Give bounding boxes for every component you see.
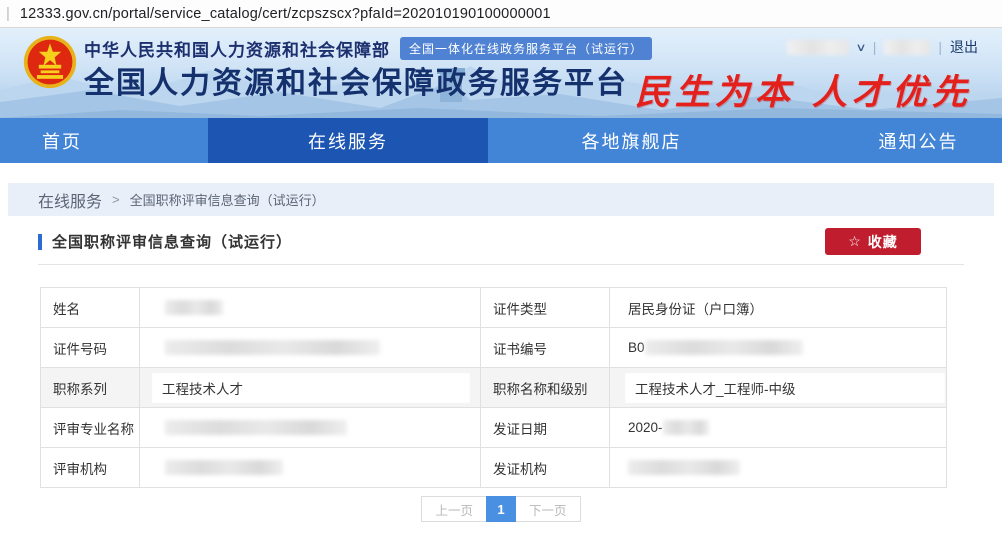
user-bar: ∨ | | 退出: [787, 37, 978, 57]
nav-tab-online-services[interactable]: 在线服务: [208, 118, 488, 163]
address-bar-divider: |: [6, 5, 10, 22]
field-value-cert-number: B0: [610, 328, 947, 368]
breadcrumb: 在线服务 > 全国职称评审信息查询（试运行）: [8, 183, 994, 216]
field-label: 评审机构: [41, 448, 140, 488]
table-row: 姓名 证件类型 居民身份证（户口簿）: [41, 288, 947, 328]
current-page-indicator[interactable]: 1: [486, 496, 516, 522]
site-banner: 中华人民共和国人力资源和社会保障部 全国一体化在线政务服务平台（试运行） 全国人…: [0, 28, 1002, 118]
title-series-input[interactable]: [152, 373, 470, 403]
field-value-title-series: [140, 368, 481, 408]
field-label: 职称系列: [41, 368, 140, 408]
redacted-value: [165, 300, 223, 315]
user-name-redacted[interactable]: [787, 40, 849, 55]
pagination: 上一页 1 下一页: [0, 496, 1002, 522]
certificate-info-table: 姓名 证件类型 居民身份证（户口簿） 证件号码 证书编号 B0 职称系列 职称名…: [40, 287, 947, 488]
redacted-value: [645, 340, 803, 355]
value-prefix: 2020-: [628, 420, 663, 435]
star-outline-icon: ☆: [848, 233, 862, 250]
redacted-value: [165, 460, 283, 475]
logout-link[interactable]: 退出: [950, 37, 978, 57]
next-page-button[interactable]: 下一页: [516, 496, 581, 522]
breadcrumb-root[interactable]: 在线服务: [38, 188, 102, 212]
favorite-button[interactable]: ☆ 收藏: [825, 228, 921, 255]
field-label: 姓名: [41, 288, 140, 328]
national-emblem-icon: [22, 34, 78, 90]
table-row: 证件号码 证书编号 B0: [41, 328, 947, 368]
field-label: 证件类型: [481, 288, 610, 328]
url-text[interactable]: 12333.gov.cn/portal/service_catalog/cert…: [20, 6, 551, 22]
field-label: 职称名称和级别: [481, 368, 610, 408]
redacted-value: [165, 420, 347, 435]
title-accent-bar: [38, 234, 42, 250]
divider: [38, 264, 964, 265]
prev-page-button[interactable]: 上一页: [421, 496, 486, 522]
table-row: 职称系列 职称名称和级别: [41, 368, 947, 408]
platform-title: 全国人力资源和社会保障政务服务平台: [84, 58, 628, 102]
browser-address-bar[interactable]: | 12333.gov.cn/portal/service_catalog/ce…: [0, 0, 1002, 28]
field-label: 发证日期: [481, 408, 610, 448]
table-row: 评审机构 发证机构: [41, 448, 947, 488]
field-value-name: [140, 288, 481, 328]
main-nav: 首页 在线服务 各地旗舰店 通知公告: [0, 118, 1002, 163]
nav-tab-regional-stores[interactable]: 各地旗舰店: [488, 118, 775, 163]
field-value-issue-date: 2020-: [610, 408, 947, 448]
chevron-down-icon[interactable]: ∨: [855, 41, 866, 54]
field-label: 发证机构: [481, 448, 610, 488]
breadcrumb-current: 全国职称评审信息查询（试运行）: [130, 190, 325, 209]
field-value-review-org: [140, 448, 481, 488]
title-level-input[interactable]: [625, 373, 945, 403]
favorite-label: 收藏: [868, 232, 898, 252]
field-value-review-major: [140, 408, 481, 448]
nav-tab-home[interactable]: 首页: [0, 118, 208, 163]
redacted-value: [628, 460, 740, 475]
redacted-value: [165, 340, 380, 355]
divider: |: [938, 39, 942, 55]
field-value-issue-org: [610, 448, 947, 488]
field-label: 评审专业名称: [41, 408, 140, 448]
breadcrumb-separator: >: [112, 192, 120, 207]
slogan-calligraphy: 民生为本 人才优先: [635, 64, 972, 115]
field-label: 证书编号: [481, 328, 610, 368]
field-value-title-level: [610, 368, 947, 408]
page-title-row: 全国职称评审信息查询（试运行） ☆ 收藏: [38, 228, 964, 255]
platform-badge: 全国一体化在线政务服务平台（试运行）: [400, 37, 652, 60]
field-value-id-type: 居民身份证（户口簿）: [610, 288, 947, 328]
value-prefix: B0: [628, 340, 645, 355]
page-title: 全国职称评审信息查询（试运行）: [52, 231, 292, 252]
field-value-id-number: [140, 328, 481, 368]
redacted-value: [663, 420, 709, 435]
field-label: 证件号码: [41, 328, 140, 368]
divider: |: [873, 39, 877, 55]
nav-tab-notices[interactable]: 通知公告: [775, 118, 1002, 163]
table-row: 评审专业名称 发证日期 2020-: [41, 408, 947, 448]
user-info-redacted: [884, 40, 930, 55]
